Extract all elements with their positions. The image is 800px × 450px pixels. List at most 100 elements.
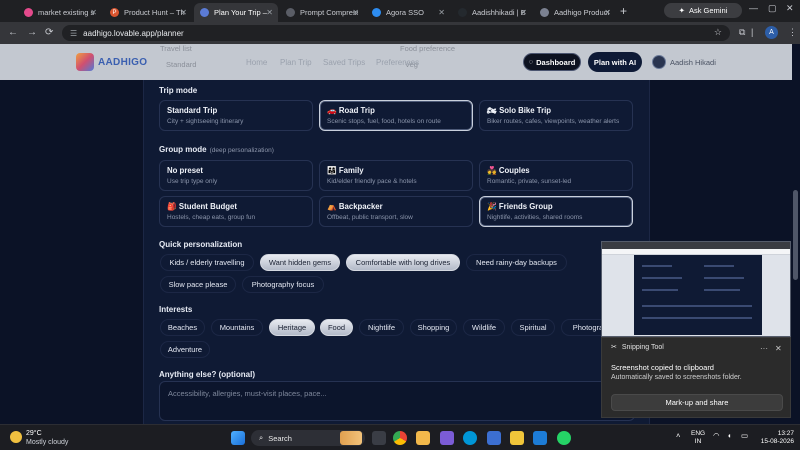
close-icon[interactable]: ✕ <box>180 8 187 17</box>
nav-home[interactable]: Home <box>246 58 267 67</box>
chip-rainy-day[interactable]: Need rainy-day backups <box>466 254 567 271</box>
browser-tab-1[interactable]: market existing s ✕ <box>18 3 102 22</box>
chip-shopping[interactable]: Shopping <box>410 319 457 336</box>
chip-beaches[interactable]: Beaches <box>160 319 205 336</box>
browser-tab-4[interactable]: Prompt Compress ✕ <box>280 3 364 22</box>
close-icon[interactable]: ✕ <box>90 8 97 17</box>
app-header: Travel list Food preference Standard Veg… <box>0 44 800 80</box>
window-close-icon[interactable]: ✕ <box>786 3 794 14</box>
browser-tab-active[interactable]: Plan Your Trip – ✕ <box>194 3 278 22</box>
trip-mode-road-trip[interactable]: 🚗 Road Trip Scenic stops, fuel, food, ho… <box>319 100 473 131</box>
tab-label: Aadhigo Product <box>554 8 610 17</box>
close-notification-icon[interactable]: ✕ <box>775 344 782 353</box>
card-desc: Scenic stops, fuel, food, hotels on rout… <box>327 118 441 125</box>
browser-tab-2[interactable]: P Product Hunt – Th ✕ <box>104 3 192 22</box>
group-couples[interactable]: 💑 Couples Romantic, private, sunset-led <box>479 160 633 191</box>
lang-bottom: IN <box>694 438 702 445</box>
file-explorer-icon[interactable] <box>416 431 430 445</box>
clock-time: 13:27 <box>777 430 794 437</box>
close-icon[interactable]: ✕ <box>604 8 611 17</box>
wifi-icon[interactable]: ◠ <box>713 431 720 440</box>
close-icon[interactable]: ✕ <box>266 8 273 17</box>
user-avatar[interactable] <box>652 55 666 69</box>
group-no-preset[interactable]: No preset Use trip type only <box>159 160 313 191</box>
group-family[interactable]: 👨‍👩‍👧 Family Kid/elder friendly pace & h… <box>319 160 473 191</box>
car-icon: 🚗 <box>327 106 337 115</box>
group-friends[interactable]: 🎉 Friends Group Nightlife, activities, s… <box>479 196 633 227</box>
tab-label: Product Hunt – Th <box>124 8 185 17</box>
snip-app-name: Snipping Tool <box>621 344 664 351</box>
chip-long-drives[interactable]: Comfortable with long drives <box>346 254 460 271</box>
new-tab-button[interactable]: + <box>620 4 627 18</box>
chip-food[interactable]: Food <box>320 319 353 336</box>
extensions-icon[interactable]: ⧉ <box>739 27 745 38</box>
system-clock[interactable]: 13:27 15-08-2026 <box>760 430 794 446</box>
markup-share-button[interactable]: Mark-up and share <box>611 394 783 411</box>
tab-favicon <box>458 8 467 17</box>
search-highlight-icon <box>340 431 362 445</box>
nav-preferences[interactable]: Preferences <box>376 58 419 67</box>
url-text: aadhigo.lovable.app/planner <box>83 28 184 38</box>
plan-with-ai-button[interactable]: Plan with AI <box>588 52 642 72</box>
group-backpacker[interactable]: ⛺ Backpacker Offbeat, public transport, … <box>319 196 473 227</box>
close-icon[interactable]: ✕ <box>352 8 359 17</box>
chip-adventure[interactable]: Adventure <box>160 341 210 358</box>
nav-saved-trips[interactable]: Saved Trips <box>323 58 365 67</box>
anything-else-textarea[interactable]: Accessibility, allergies, must-visit pla… <box>159 381 635 421</box>
minimize-icon[interactable]: — <box>749 3 758 13</box>
close-icon[interactable]: ✕ <box>438 8 445 17</box>
notes-icon[interactable] <box>510 431 524 445</box>
chip-wildlife[interactable]: Wildlife <box>463 319 505 336</box>
maximize-icon[interactable]: ▢ <box>768 3 777 14</box>
ask-gemini-button[interactable]: ✦ Ask Gemini <box>664 3 742 18</box>
site-info-icon[interactable]: ☰ <box>70 29 77 38</box>
chip-kids-elderly[interactable]: Kids / elderly travelling <box>160 254 254 271</box>
card-desc: City + sightseeing itinerary <box>167 118 244 125</box>
close-icon[interactable]: ✕ <box>520 8 527 17</box>
start-windows-icon[interactable] <box>231 431 245 445</box>
trip-mode-solo-bike[interactable]: 🏍 Solo Bike Trip Biker routes, cafes, vi… <box>479 100 633 131</box>
menu-kebab-icon[interactable]: ⋮ <box>788 27 797 38</box>
whatsapp-icon[interactable] <box>557 431 571 445</box>
chrome-icon[interactable] <box>393 431 407 445</box>
store-icon[interactable] <box>440 431 454 445</box>
chip-photography-focus[interactable]: Photography focus <box>242 276 324 293</box>
chip-hidden-gems[interactable]: Want hidden gems <box>260 254 340 271</box>
snipping-tool-icon: ✂ <box>611 344 617 351</box>
group-student-budget[interactable]: 🎒 Student Budget Hostels, cheap eats, gr… <box>159 196 313 227</box>
task-view-icon[interactable] <box>372 431 386 445</box>
back-icon[interactable]: ← <box>8 27 18 38</box>
dashboard-button[interactable]: ◌ Dashboard <box>523 53 581 71</box>
user-name[interactable]: Aadish Hikadi <box>670 58 716 67</box>
brand-name[interactable]: AADHIGO <box>98 57 147 68</box>
chip-mountains[interactable]: Mountains <box>211 319 263 336</box>
browser-tab-7[interactable]: Aadhigo Product ✕ <box>534 3 616 22</box>
snip-preview-image[interactable] <box>601 241 791 337</box>
page-scrollbar-thumb[interactable] <box>793 190 798 280</box>
volume-icon[interactable]: ◖ <box>727 431 732 440</box>
tray-chevron-icon[interactable]: ˄ <box>676 431 680 440</box>
chip-slow-pace[interactable]: Slow pace please <box>160 276 236 293</box>
mail-icon[interactable] <box>533 431 547 445</box>
more-options-icon[interactable]: ··· <box>760 344 768 353</box>
chip-spiritual[interactable]: Spiritual <box>511 319 555 336</box>
browser-tab-6[interactable]: Aadishhikadi | Bu ✕ <box>452 3 532 22</box>
address-bar[interactable]: ☰ aadhigo.lovable.app/planner ☆ <box>62 25 730 41</box>
trip-mode-standard[interactable]: Standard Trip City + sightseeing itinera… <box>159 100 313 131</box>
forward-icon[interactable]: → <box>27 27 37 38</box>
aadhigo-logo[interactable] <box>76 53 94 71</box>
app-icon-blue[interactable] <box>487 431 501 445</box>
chip-heritage[interactable]: Heritage <box>269 319 315 336</box>
reload-icon[interactable]: ⟳ <box>45 27 53 38</box>
profile-avatar[interactable]: A <box>765 26 778 39</box>
browser-tab-5[interactable]: Agora SSO ✕ <box>366 3 450 22</box>
hp-icon[interactable] <box>463 431 477 445</box>
language-indicator[interactable]: ENG IN <box>691 430 705 446</box>
bookmark-star-icon[interactable]: ☆ <box>714 27 722 38</box>
battery-icon[interactable]: ▭ <box>741 431 748 440</box>
card-desc: Use trip type only <box>167 178 218 185</box>
tab-favicon <box>540 8 549 17</box>
chip-nightlife[interactable]: Nightlife <box>359 319 404 336</box>
nav-plan-trip[interactable]: Plan Trip <box>280 58 312 67</box>
windows-taskbar: 29°C Mostly cloudy ⌕ Search ˄ ENG IN ◠ ◖ … <box>0 424 800 450</box>
